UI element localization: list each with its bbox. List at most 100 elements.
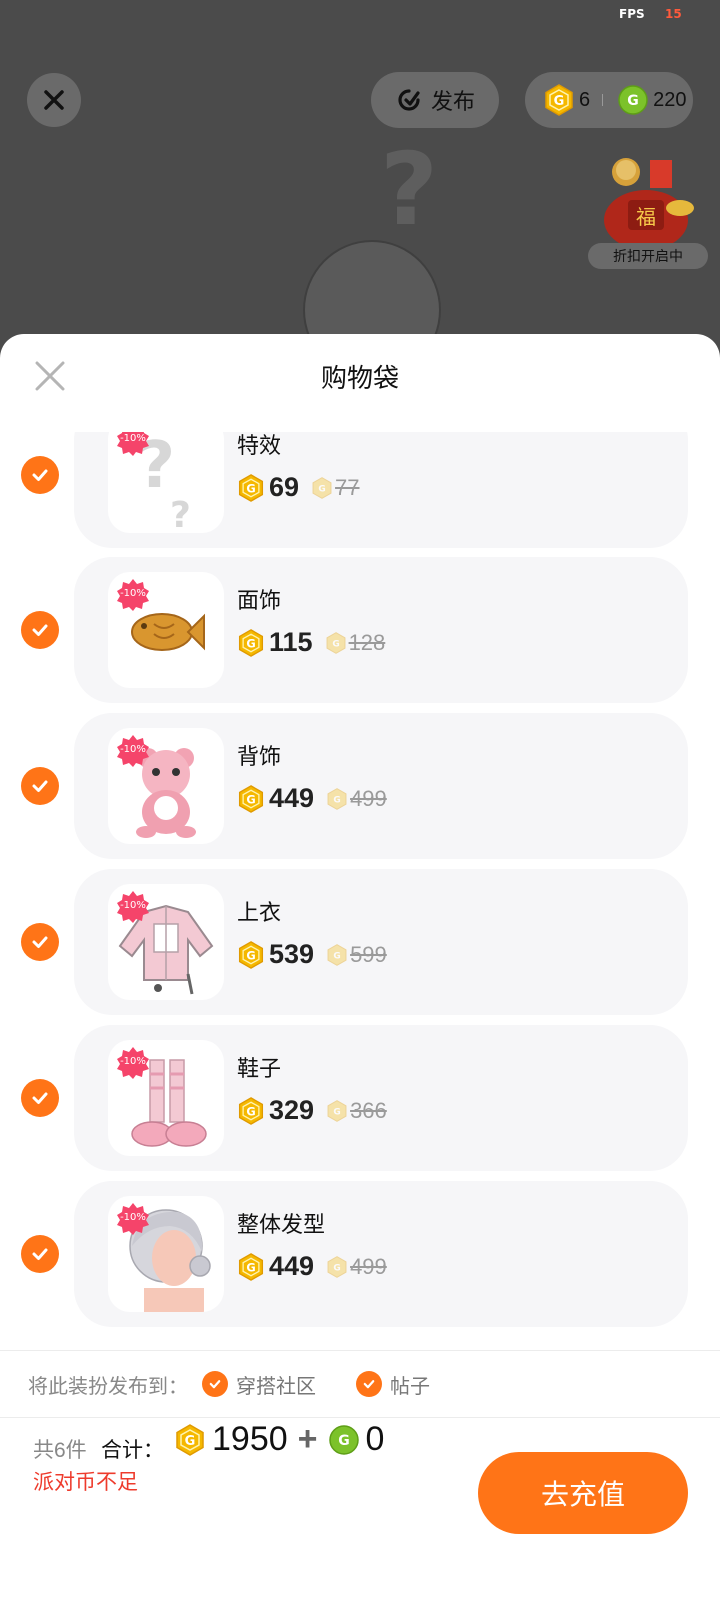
close-scene-button[interactable]	[27, 73, 81, 127]
item-card[interactable]: ? ? -10% 特效 G 69 G 77	[74, 432, 688, 548]
cart-item: -10% 上衣 G 539 G 599	[0, 869, 720, 1015]
cart-item: ? ? -10% 特效 G 69 G 77	[0, 432, 720, 548]
svg-text:G: G	[185, 1434, 196, 1449]
price-row: G 539 G 599	[237, 939, 387, 970]
publish-to-row: 将此装扮发布到： 穿搭社区 帖子	[0, 1350, 720, 1418]
publish-option-label: 穿搭社区	[236, 1375, 316, 1398]
gold-coin-icon: G	[238, 940, 264, 969]
item-card[interactable]: -10% 鞋子 G 329 G 366	[74, 1025, 688, 1171]
svg-text:G: G	[246, 1104, 255, 1118]
svg-text:G: G	[246, 636, 255, 650]
green-total: 0	[365, 1420, 385, 1458]
publish-option-post[interactable]: 帖子	[356, 1370, 430, 1399]
item-card[interactable]: -10% 面饰 G 115 G 128	[74, 557, 688, 703]
discount-badge: -10%	[120, 900, 146, 911]
discount-badge: -10%	[120, 433, 146, 444]
item-checkbox[interactable]	[21, 456, 59, 494]
discount-badge: -10%	[120, 744, 146, 755]
price-row: G 69 G 77	[237, 472, 360, 503]
check-icon	[356, 1371, 382, 1397]
publish-to-label: 将此装扮发布到：	[28, 1375, 188, 1398]
total-label: 合计：	[101, 1439, 164, 1462]
check-icon	[32, 624, 48, 636]
price-row: G 449 G 499	[237, 1251, 387, 1282]
gold-coin-icon: G	[327, 1099, 347, 1122]
green-coin-icon: G	[618, 85, 648, 115]
item-thumbnail: -10%	[108, 572, 224, 688]
price-row: G 449 G 499	[237, 783, 387, 814]
shopping-bag-sheet: 购物袋 ? ? -10% 特效 G 69 G 77 -10% 面饰 G 115 …	[0, 334, 720, 1600]
item-checkbox[interactable]	[21, 611, 59, 649]
price-row: G 329 G 366	[237, 1095, 387, 1126]
publish-icon	[398, 89, 420, 111]
item-card[interactable]: -10% 上衣 G 539 G 599	[74, 869, 688, 1015]
question-mark-decoration: ?	[380, 131, 439, 248]
publish-option-community[interactable]: 穿搭社区	[202, 1370, 316, 1399]
item-original-price: 499	[350, 785, 387, 811]
item-thumbnail: -10%	[108, 728, 224, 844]
svg-text:?: ?	[170, 495, 191, 533]
check-icon	[202, 1371, 228, 1397]
item-original-price: 499	[350, 1253, 387, 1279]
svg-text:G: G	[246, 792, 255, 806]
item-checkbox[interactable]	[21, 767, 59, 805]
item-original-price: 77	[335, 474, 360, 500]
sheet-title: 购物袋	[320, 363, 399, 393]
item-original-price: 599	[350, 941, 387, 967]
gold-total: 1950	[212, 1420, 288, 1458]
total-amount: G 1950 + G 0	[174, 1420, 384, 1459]
item-name: 背饰	[237, 744, 282, 769]
item-price: 539	[269, 939, 315, 969]
publish-option-label: 帖子	[390, 1375, 430, 1398]
cart-item: -10% 面饰 G 115 G 128	[0, 557, 720, 703]
check-icon	[32, 469, 48, 481]
item-checkbox[interactable]	[21, 1079, 59, 1117]
gold-coin-icon: G	[326, 631, 346, 654]
gold-coin-balance: 6	[579, 88, 591, 111]
svg-text:G: G	[318, 484, 325, 494]
fps-value: 15	[665, 7, 682, 21]
gold-coin-icon: G	[238, 784, 264, 813]
item-price: 115	[269, 627, 313, 657]
item-count: 共6件	[33, 1439, 87, 1462]
svg-text:G: G	[554, 94, 565, 109]
cart-item-list[interactable]: ? ? -10% 特效 G 69 G 77 -10% 面饰 G 115 G 12…	[0, 432, 720, 1340]
separator	[602, 94, 604, 106]
green-coin-balance: 220	[653, 88, 687, 111]
close-icon	[44, 90, 64, 110]
item-thumbnail: -10%	[108, 1196, 224, 1312]
gold-coin-icon: G	[545, 84, 573, 116]
svg-text:G: G	[246, 481, 255, 495]
item-name: 整体发型	[237, 1212, 326, 1237]
item-name: 面饰	[237, 588, 282, 613]
item-card[interactable]: -10% 背饰 G 449 G 499	[74, 713, 688, 859]
publish-button[interactable]: 发布	[371, 72, 499, 128]
discount-promo-label[interactable]: 折扣开启中	[588, 243, 708, 269]
item-checkbox[interactable]	[21, 1235, 59, 1273]
svg-text:G: G	[627, 93, 639, 109]
gold-coin-icon: G	[176, 1423, 204, 1456]
currency-balance[interactable]: G 6 G 220	[525, 72, 693, 128]
gold-coin-icon: G	[238, 1096, 264, 1125]
cart-item: -10% 鞋子 G 329 G 366	[0, 1025, 720, 1171]
gold-coin-icon: G	[238, 473, 264, 502]
gold-coin-icon: G	[327, 787, 347, 810]
item-thumbnail: ? ? -10%	[108, 432, 224, 533]
item-thumbnail: -10%	[108, 1040, 224, 1156]
cart-item: -10% 整体发型 G 449 G 499	[0, 1181, 720, 1327]
discount-badge: -10%	[120, 1212, 146, 1223]
check-icon	[32, 1248, 48, 1260]
recharge-button[interactable]: 去充值	[478, 1452, 688, 1534]
check-icon	[32, 780, 48, 792]
item-checkbox[interactable]	[21, 923, 59, 961]
svg-text:G: G	[338, 1433, 350, 1449]
check-icon	[32, 936, 48, 948]
gold-coin-icon: G	[312, 476, 332, 499]
item-card[interactable]: -10% 整体发型 G 449 G 499	[74, 1181, 688, 1327]
publish-label: 发布	[430, 89, 475, 114]
item-original-price: 366	[350, 1097, 387, 1123]
discount-badge: -10%	[120, 588, 146, 599]
item-thumbnail: -10%	[108, 884, 224, 1000]
price-row: G 115 G 128	[237, 627, 385, 658]
svg-text:G: G	[333, 1263, 340, 1273]
